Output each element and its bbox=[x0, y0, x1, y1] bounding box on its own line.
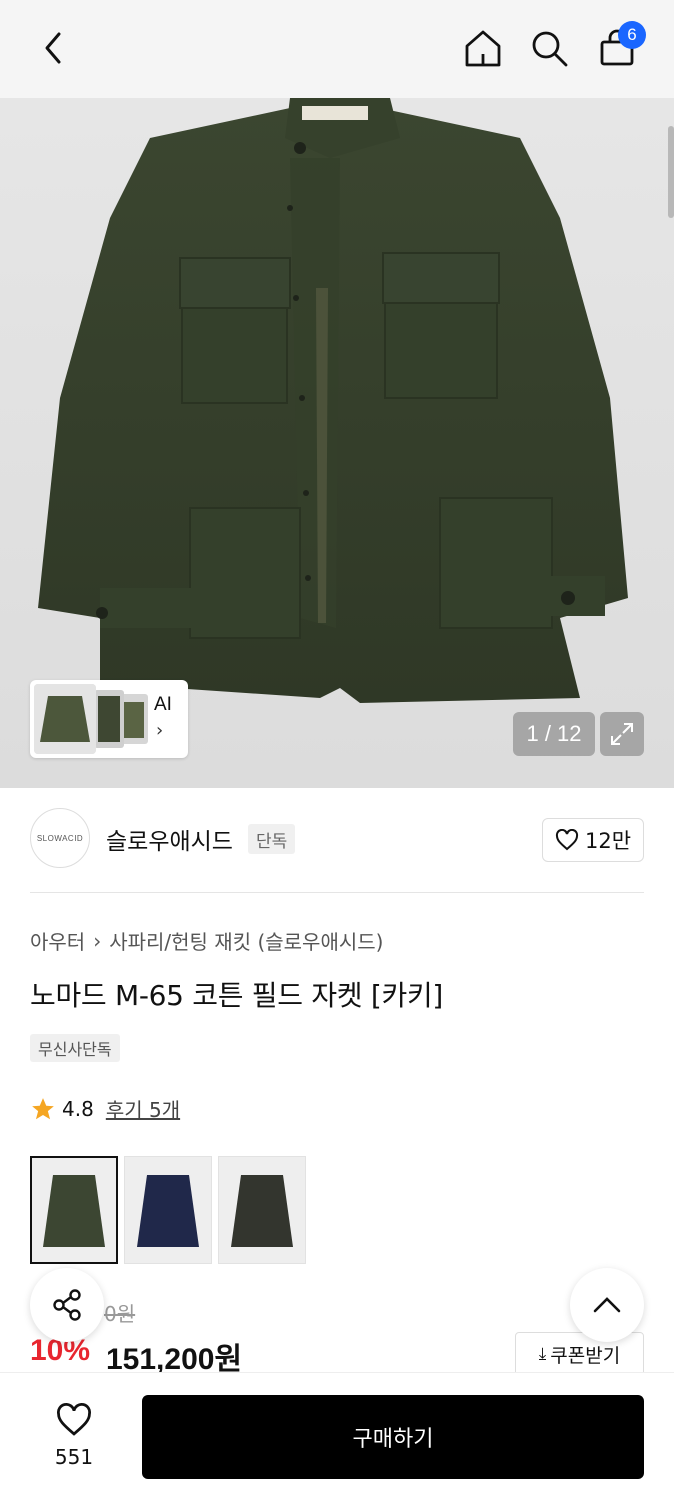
breadcrumb-item[interactable]: 사파리/헌팅 재킷 (슬로우애시드) bbox=[109, 926, 383, 955]
expand-icon bbox=[611, 723, 633, 745]
wishlist-count: 551 bbox=[54, 1445, 94, 1469]
top-bar: 6 bbox=[0, 0, 674, 98]
download-icon: ⤓ bbox=[538, 1344, 547, 1364]
star-icon bbox=[32, 1097, 54, 1119]
heart-icon bbox=[555, 829, 579, 851]
breadcrumb-item[interactable]: 아우터 bbox=[30, 926, 85, 955]
back-button[interactable] bbox=[30, 25, 76, 71]
thumbnail-1 bbox=[34, 684, 96, 754]
cart-button[interactable]: 6 bbox=[594, 21, 646, 71]
image-counter: 1 / 12 bbox=[513, 712, 595, 756]
share-button[interactable] bbox=[30, 1268, 104, 1342]
color-option-navy[interactable] bbox=[124, 1156, 212, 1264]
brand-name[interactable]: 슬로우애시드 bbox=[106, 822, 233, 856]
original-price: 0원 bbox=[104, 1302, 136, 1326]
home-button[interactable] bbox=[460, 25, 506, 71]
rating: 4.8 후기 5개 bbox=[30, 1094, 180, 1123]
home-icon bbox=[465, 30, 501, 67]
chevron-right-icon: › bbox=[156, 720, 164, 741]
bottom-bar: 551 구매하기 bbox=[0, 1372, 674, 1500]
thumbnail-2 bbox=[94, 690, 124, 748]
chevron-up-icon bbox=[593, 1297, 621, 1313]
brand-exclusive-badge: 단독 bbox=[248, 824, 296, 854]
buy-button[interactable]: 구매하기 bbox=[142, 1395, 644, 1479]
ai-thumbnails-button[interactable]: AI › bbox=[30, 680, 188, 758]
chevron-left-icon bbox=[45, 32, 61, 64]
share-icon bbox=[53, 1289, 81, 1321]
breadcrumb: 아우터 › 사파리/헌팅 재킷 (슬로우애시드) bbox=[30, 926, 383, 955]
expand-button[interactable] bbox=[600, 712, 644, 756]
scroll-top-button[interactable] bbox=[570, 1268, 644, 1342]
coupon-label: 쿠폰받기 bbox=[550, 1344, 621, 1367]
exclusive-badge: 무신사단독 bbox=[30, 1034, 120, 1062]
brand-like-button[interactable]: 12만 bbox=[542, 818, 644, 862]
chevron-right-icon: › bbox=[93, 928, 102, 953]
search-button[interactable] bbox=[526, 25, 572, 71]
search-icon bbox=[532, 31, 568, 67]
product-title: 노마드 M-65 코튼 필드 자켓 [카키] bbox=[30, 979, 444, 1012]
brand-like-count: 12만 bbox=[584, 829, 632, 853]
ai-label: AI bbox=[154, 694, 172, 715]
scrollbar[interactable] bbox=[668, 126, 674, 218]
color-options bbox=[30, 1156, 306, 1264]
cart-badge: 6 bbox=[618, 21, 646, 49]
brand-logo[interactable]: SLOWACID bbox=[30, 808, 90, 868]
divider bbox=[30, 892, 644, 893]
coupon-button[interactable]: ⤓ 쿠폰받기 bbox=[515, 1332, 644, 1376]
heart-icon bbox=[57, 1403, 91, 1436]
color-option-khaki[interactable] bbox=[30, 1156, 118, 1264]
rating-value: 4.8 bbox=[62, 1096, 94, 1121]
wishlist-button[interactable]: 551 bbox=[30, 1403, 118, 1469]
reviews-link[interactable]: 후기 5개 bbox=[106, 1094, 180, 1123]
color-option-charcoal[interactable] bbox=[218, 1156, 306, 1264]
